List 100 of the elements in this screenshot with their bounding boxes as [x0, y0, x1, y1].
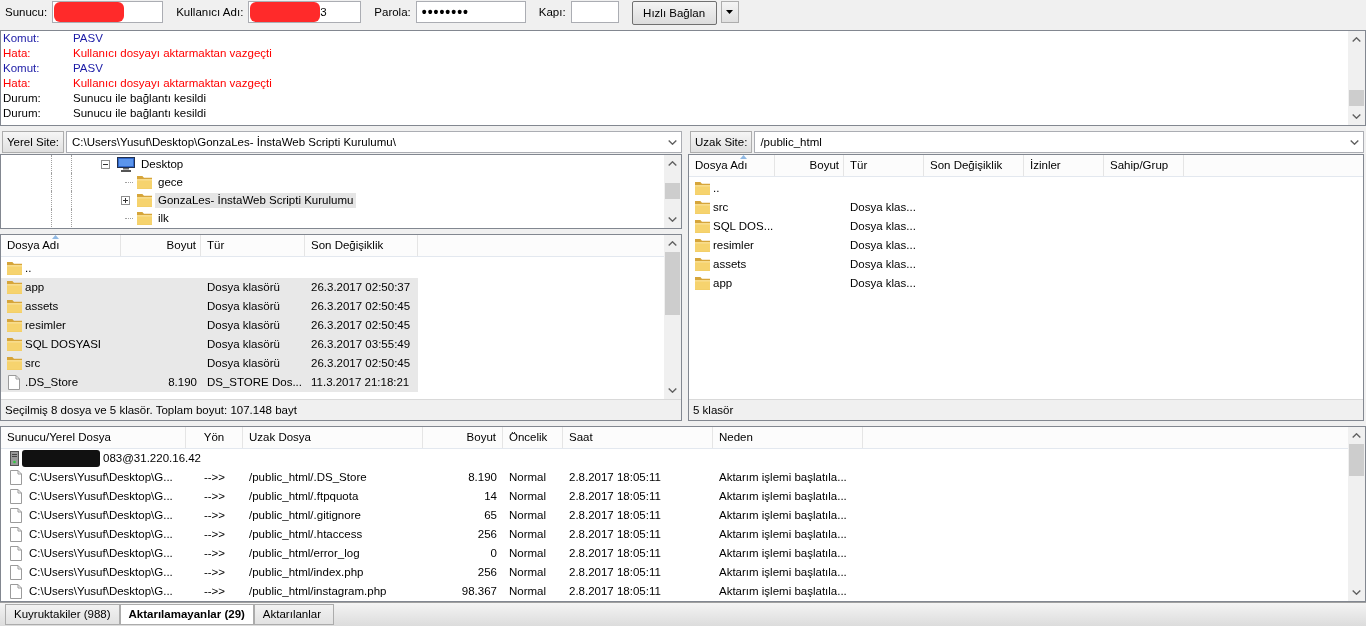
file-name: .DS_Store: [25, 375, 79, 390]
column-header[interactable]: Boyut: [809, 158, 839, 173]
column-header[interactable]: Sahip/Grup: [1110, 158, 1169, 173]
chevron-down-icon[interactable]: [668, 139, 677, 145]
folder-icon: [694, 239, 710, 252]
chevron-up-icon[interactable]: [668, 161, 677, 166]
scrollbar[interactable]: [664, 155, 681, 228]
scrollbar[interactable]: [664, 235, 681, 399]
queue-time: 2.8.2017 18:05:11: [569, 584, 661, 599]
quickconnect-button[interactable]: Hızlı Bağlan: [631, 1, 717, 25]
column-header[interactable]: Sunucu/Yerel Dosya: [7, 430, 111, 445]
scrollbar-thumb[interactable]: [1349, 444, 1364, 476]
queue-row[interactable]: C:\Users\Yusuf\Desktop\G... -->> /public_html/index.php 256 Normal 2.8.2017 18:05:11 Aktarım işlemi başlatıla...: [1, 563, 863, 582]
file-row[interactable]: SQL DOSYASI Dosya klasörü 26.3.2017 03:55:49: [1, 335, 418, 354]
queue-row[interactable]: C:\Users\Yusuf\Desktop\G... -->> /public_html/.ftpquota 14 Normal 2.8.2017 18:05:11 Aktarım işlemi başlatıla...: [1, 487, 863, 506]
file-type: Dosya klasörü: [207, 356, 280, 371]
scrollbar-thumb[interactable]: [665, 252, 680, 315]
path-combobox[interactable]: C:\Users\Yusuf\Desktop\GonzaLes- İnstaWeb Scripti Kurulumu\: [66, 131, 682, 153]
queue-row[interactable]: C:\Users\Yusuf\Desktop\G... -->> /public_html/.gitignore 65 Normal 2.8.2017 18:05:11 Aktarım işlemi başlatıla...: [1, 506, 863, 525]
queue-tab[interactable]: Aktarılanlar: [253, 604, 334, 625]
scrollbar-thumb[interactable]: [665, 183, 680, 199]
queue-reason: Aktarım işlemi başlatıla...: [719, 508, 847, 523]
folder-icon: [137, 175, 152, 189]
chevron-down-icon[interactable]: [1352, 590, 1361, 595]
folder-icon: [6, 300, 22, 313]
chevron-down-icon[interactable]: [668, 217, 677, 222]
queue-row[interactable]: C:\Users\Yusuf\Desktop\G... -->> /public_html/.DS_Store 8.190 Normal 2.8.2017 18:05:11 Aktarım işlemi başlatıla...: [1, 468, 863, 487]
log-message: Sunucu ile bağlantı kesildi: [73, 91, 206, 106]
queue-reason: Aktarım işlemi başlatıla...: [719, 527, 847, 542]
chevron-up-icon[interactable]: [1352, 37, 1361, 42]
file-row[interactable]: ..: [1, 259, 418, 278]
column-header[interactable]: Uzak Dosya: [249, 430, 311, 445]
file-type: Dosya klas...: [850, 276, 916, 291]
folder-icon: [137, 193, 152, 207]
file-type: Dosya klas...: [850, 219, 916, 234]
host-field[interactable]: [52, 1, 164, 23]
queue-remote-file: /public_html/.htaccess: [249, 527, 363, 542]
tree-item[interactable]: GonzaLes- İnstaWeb Scripti Kurulumu: [155, 192, 357, 208]
username-field[interactable]: 3: [248, 1, 362, 23]
column-header[interactable]: Boyut: [466, 430, 496, 445]
queue-time: 2.8.2017 18:05:11: [569, 489, 661, 504]
log-message: Sunucu ile bağlantı kesildi: [73, 106, 206, 121]
file-row[interactable]: assets Dosya klasörü 26.3.2017 02:50:45: [1, 297, 418, 316]
column-header[interactable]: Yön: [203, 430, 225, 445]
tree-item[interactable]: gece: [155, 174, 186, 190]
folder-icon: [6, 281, 22, 294]
column-header[interactable]: Öncelik: [509, 430, 548, 445]
column-header[interactable]: Dosya Adı: [695, 158, 748, 173]
queue-tab[interactable]: Aktarılamayanlar (29): [119, 604, 254, 625]
tree-item[interactable]: Desktop: [138, 156, 187, 172]
file-row[interactable]: app Dosya klasörü 26.3.2017 02:50:37: [1, 278, 418, 297]
local-file-path: C:\Users\Yusuf\Desktop\G...: [29, 508, 173, 523]
tree-item[interactable]: ilk: [155, 210, 172, 226]
column-header[interactable]: Neden: [719, 430, 753, 445]
column-header[interactable]: Tür: [850, 158, 868, 173]
queue-tab[interactable]: Kuyruktakiler (988): [5, 604, 120, 625]
column-header[interactable]: Son Değişiklik: [311, 238, 384, 253]
chevron-down-icon[interactable]: [668, 388, 677, 393]
file-name: app: [25, 280, 45, 295]
caret-down-icon: [726, 10, 734, 14]
tree-plus-icon[interactable]: [120, 195, 130, 205]
chevron-down-icon[interactable]: [1350, 139, 1359, 145]
file-icon: [10, 527, 22, 542]
file-row[interactable]: assets Dosya klas...: [689, 255, 1184, 274]
password-field[interactable]: ••••••••: [415, 1, 526, 23]
scrollbar[interactable]: [1348, 31, 1365, 125]
queue-row[interactable]: C:\Users\Yusuf\Desktop\G... -->> /public_html/.htaccess 256 Normal 2.8.2017 18:05:11 Aktarım işlemi başlatıla...: [1, 525, 863, 544]
queue-row[interactable]: C:\Users\Yusuf\Desktop\G... -->> /public_html/instagram.php 98.367 Normal 2.8.2017 18:05:11 Aktarım işlemi başlatıla...: [1, 582, 863, 601]
file-name: src: [713, 200, 729, 215]
quickconnect-dropdown-button[interactable]: [720, 1, 739, 23]
column-header[interactable]: Boyut: [166, 238, 196, 253]
queue-direction: -->>: [203, 546, 226, 561]
chevron-up-icon[interactable]: [1352, 433, 1361, 438]
file-row[interactable]: resimler Dosya klasörü 26.3.2017 02:50:45: [1, 316, 418, 335]
queue-row[interactable]: C:\Users\Yusuf\Desktop\G... -->> /public_html/error_log 0 Normal 2.8.2017 18:05:11 Aktarım işlemi başlatıla...: [1, 544, 863, 563]
file-row[interactable]: src Dosya klas...: [689, 198, 1184, 217]
port-field[interactable]: [570, 1, 619, 23]
file-row[interactable]: src Dosya klasörü 26.3.2017 02:50:45: [1, 354, 418, 373]
scrollbar-thumb[interactable]: [1349, 90, 1364, 106]
file-row[interactable]: SQL DOS... Dosya klas...: [689, 217, 1184, 236]
file-modified: 11.3.2017 21:18:21: [311, 375, 410, 390]
column-header[interactable]: Saat: [569, 430, 593, 445]
file-icon: [10, 489, 22, 504]
file-row[interactable]: .DS_Store 8.190 DS_STORE Dos... 11.3.2017 21:18:21: [1, 373, 418, 392]
column-header[interactable]: Son Değişiklik: [930, 158, 1003, 173]
column-header[interactable]: İzinler: [1030, 158, 1061, 173]
file-type: DS_STORE Dos...: [207, 375, 302, 390]
file-row[interactable]: resimler Dosya klas...: [689, 236, 1184, 255]
scrollbar[interactable]: [1348, 427, 1365, 601]
path-combobox[interactable]: /public_html: [754, 131, 1364, 153]
column-header[interactable]: Dosya Adı: [7, 238, 60, 253]
tree-minus-icon[interactable]: [100, 159, 110, 169]
folder-icon: [694, 201, 710, 214]
file-row[interactable]: app Dosya klas...: [689, 274, 1184, 293]
chevron-down-icon[interactable]: [1352, 114, 1361, 119]
local-file-path: C:\Users\Yusuf\Desktop\G...: [29, 584, 173, 599]
column-header[interactable]: Tür: [207, 238, 225, 253]
file-row[interactable]: ..: [689, 179, 1184, 198]
chevron-up-icon[interactable]: [668, 241, 677, 246]
queue-direction: -->>: [203, 489, 226, 504]
